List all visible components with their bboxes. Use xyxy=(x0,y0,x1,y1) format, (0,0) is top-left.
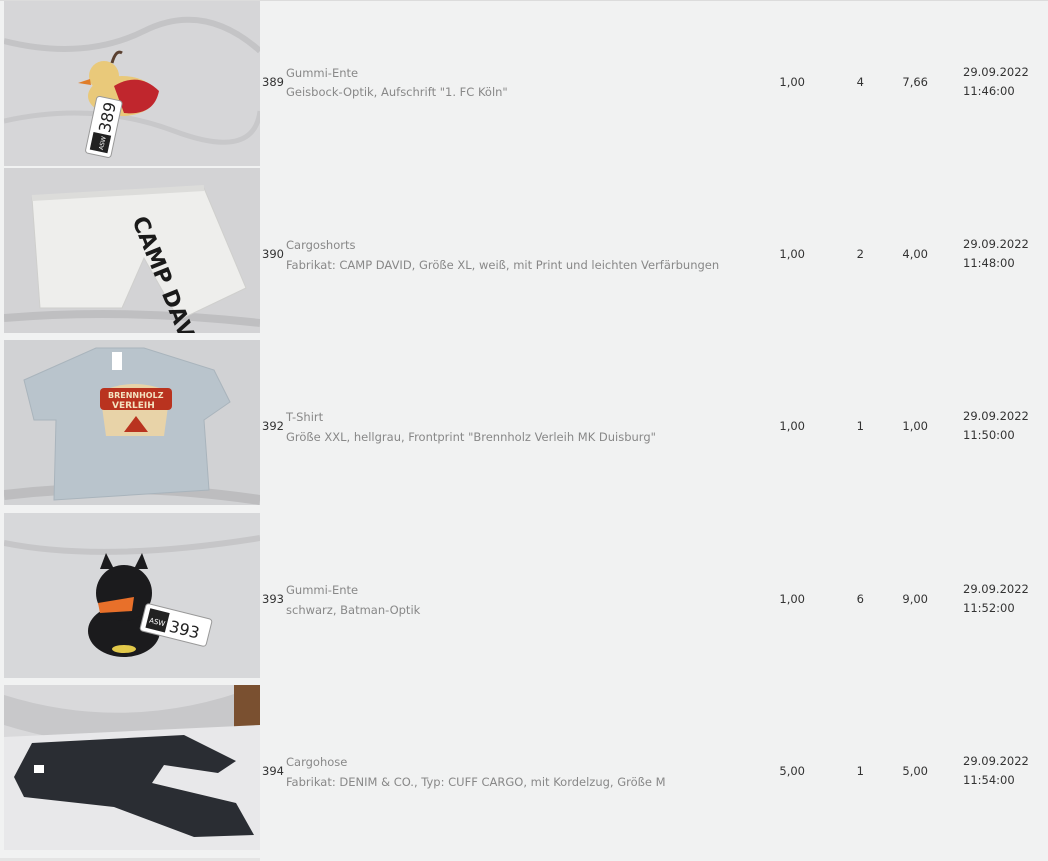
table-row[interactable]: 394 Cargohose Fabrikat: DENIM & CO., Typ… xyxy=(0,685,1048,857)
duck-batman-image: ASW 393 xyxy=(4,513,260,678)
end-time: 11:46:00 xyxy=(963,84,1015,98)
lot-number: 394 xyxy=(262,764,284,778)
end-datetime: 29.09.2022 11:50:00 xyxy=(963,407,1029,445)
bid-count: 1 xyxy=(856,764,864,778)
duck-koeln-image: ASW 389 xyxy=(4,1,260,166)
item-title[interactable]: Gummi-Ente xyxy=(286,66,358,80)
end-time: 11:50:00 xyxy=(963,428,1015,442)
end-datetime: 29.09.2022 11:48:00 xyxy=(963,235,1029,273)
current-price: 1,00 xyxy=(902,419,928,433)
end-datetime: 29.09.2022 11:46:00 xyxy=(963,63,1029,101)
table-row[interactable]: ASW 393 393 Gummi-Ente schwarz, Batman-O… xyxy=(0,513,1048,685)
current-price: 9,00 xyxy=(902,592,928,606)
cargohose-image xyxy=(4,685,260,850)
item-title[interactable]: Cargohose xyxy=(286,755,347,769)
item-thumbnail[interactable] xyxy=(4,685,260,850)
item-title[interactable]: T-Shirt xyxy=(286,410,323,424)
min-bid: 1,00 xyxy=(779,247,805,261)
current-price: 4,00 xyxy=(902,247,928,261)
lot-number: 390 xyxy=(262,247,284,261)
min-bid: 1,00 xyxy=(779,75,805,89)
cargoshorts-image: CAMP DAVID xyxy=(4,168,260,333)
print-line2: VERLEIH xyxy=(112,401,155,411)
lot-number: 393 xyxy=(262,592,284,606)
min-bid: 5,00 xyxy=(779,764,805,778)
end-time: 11:48:00 xyxy=(963,256,1015,270)
item-description: Fabrikat: CAMP DAVID, Größe XL, weiß, mi… xyxy=(286,258,720,272)
end-date: 29.09.2022 xyxy=(963,409,1029,423)
item-description: Geisbock-Optik, Aufschrift "1. FC Köln" xyxy=(286,85,508,99)
min-bid: 1,00 xyxy=(779,592,805,606)
bid-count: 2 xyxy=(856,247,864,261)
end-time: 11:54:00 xyxy=(963,773,1015,787)
end-date: 29.09.2022 xyxy=(963,582,1029,596)
bid-count: 6 xyxy=(856,592,864,606)
end-datetime: 29.09.2022 11:54:00 xyxy=(963,752,1029,790)
item-title[interactable]: Cargoshorts xyxy=(286,238,355,252)
table-row[interactable]: CAMP DAVID 390 Cargoshorts Fabrikat: CAM… xyxy=(0,168,1048,340)
end-time: 11:52:00 xyxy=(963,601,1015,615)
item-description: Fabrikat: DENIM & CO., Typ: CUFF CARGO, … xyxy=(286,775,666,789)
print-line1: BRENNHOLZ xyxy=(108,391,164,400)
min-bid: 1,00 xyxy=(779,419,805,433)
current-price: 7,66 xyxy=(902,75,928,89)
current-price: 5,00 xyxy=(902,764,928,778)
item-thumbnail[interactable]: BRENNHOLZ VERLEIH xyxy=(4,340,260,505)
end-date: 29.09.2022 xyxy=(963,237,1029,251)
item-thumbnail[interactable]: ASW 389 xyxy=(4,1,260,166)
item-thumbnail[interactable]: CAMP DAVID xyxy=(4,168,260,333)
item-title[interactable]: Gummi-Ente xyxy=(286,583,358,597)
end-date: 29.09.2022 xyxy=(963,754,1029,768)
table-row[interactable]: BRENNHOLZ VERLEIH 392 T-Shirt Größe XXL,… xyxy=(0,340,1048,512)
end-datetime: 29.09.2022 11:52:00 xyxy=(963,580,1029,618)
item-description: schwarz, Batman-Optik xyxy=(286,603,421,617)
table-row[interactable]: ASW 389 389 Gummi-Ente Geisbock-Optik, A… xyxy=(0,1,1048,173)
lot-number: 392 xyxy=(262,419,284,433)
end-date: 29.09.2022 xyxy=(963,65,1029,79)
item-thumbnail[interactable]: ASW 393 xyxy=(4,513,260,678)
bid-count: 1 xyxy=(856,419,864,433)
item-description: Größe XXL, hellgrau, Frontprint "Brennho… xyxy=(286,430,656,444)
lot-number: 389 xyxy=(262,75,284,89)
tshirt-image: BRENNHOLZ VERLEIH xyxy=(4,340,260,505)
bid-count: 4 xyxy=(856,75,864,89)
auction-items-table: ASW 389 389 Gummi-Ente Geisbock-Optik, A… xyxy=(0,0,1048,861)
